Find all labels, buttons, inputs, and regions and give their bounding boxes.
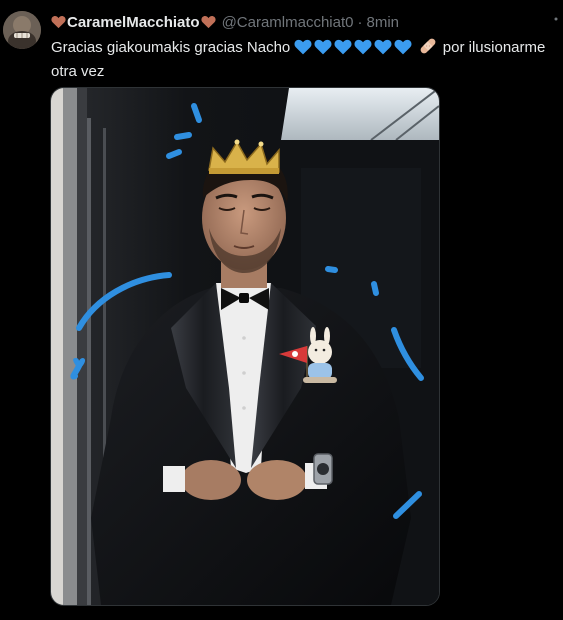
more-dots-icon [554, 17, 558, 21]
tweet-text-part-1: Gracias giakoumakis gracias Nacho [51, 39, 291, 56]
timestamp[interactable]: 8min [367, 14, 400, 31]
blue-heart-icon [354, 39, 372, 61]
tweet[interactable]: CaramelMacchiato @Caramlmacchiat0 · 8min… [0, 0, 563, 620]
tweet-media-image[interactable] [50, 87, 440, 606]
blue-heart-icon [294, 39, 312, 61]
user-handle[interactable]: @Caramlmacchiat0 [222, 14, 354, 31]
more-options-button[interactable] [549, 9, 563, 27]
avatar[interactable] [3, 11, 41, 49]
blue-heart-icon [314, 39, 332, 61]
left-hand [181, 460, 241, 500]
separator-dot: · [357, 13, 363, 31]
blue-heart-icon [394, 39, 412, 61]
tweet-text: Gracias giakoumakis gracias Nacho por il… [51, 37, 561, 82]
right-hand [247, 460, 307, 500]
brown-heart-icon [200, 16, 216, 29]
display-name[interactable]: CaramelMacchiato [67, 14, 200, 31]
blue-heart-icon [334, 39, 352, 61]
adhesive-bandage-icon [419, 37, 437, 61]
blue-heart-icon [374, 39, 392, 61]
window-light [281, 88, 439, 140]
brown-heart-icon [51, 16, 66, 29]
avatar-image [3, 11, 41, 49]
photo-illustration [51, 88, 439, 605]
tweet-header: CaramelMacchiato @Caramlmacchiat0 · 8min [51, 12, 399, 32]
